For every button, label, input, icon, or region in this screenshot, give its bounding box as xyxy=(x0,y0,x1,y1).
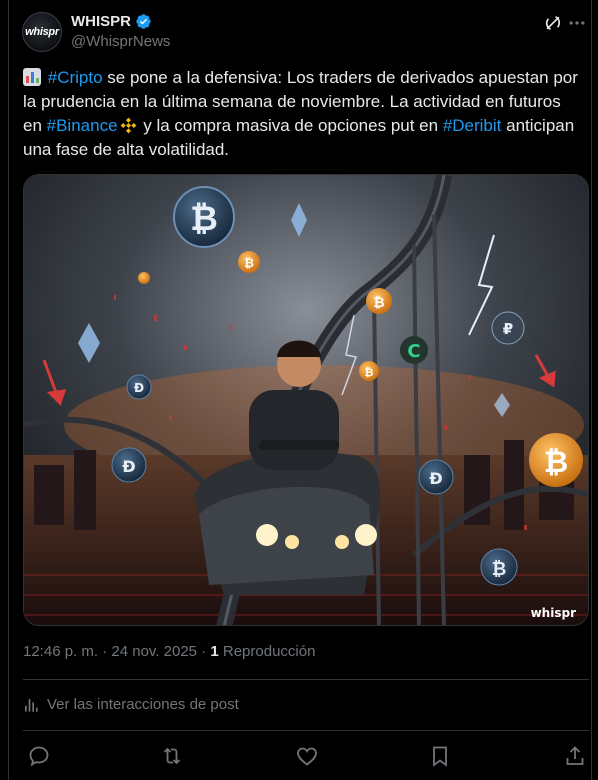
meta-separator: · xyxy=(98,643,112,660)
hashtag-binance-link[interactable]: #Binance xyxy=(47,116,118,135)
like-icon[interactable] xyxy=(295,744,319,768)
display-name[interactable]: WHISPR xyxy=(71,13,131,30)
svg-text:₿: ₿ xyxy=(365,366,374,379)
analytics-label: Ver las interacciones de post xyxy=(47,696,239,713)
post-meta: 12:46 p. m. · 24 nov. 2025 · 1 Reproducc… xyxy=(23,643,315,660)
avatar-logo-text: whispr xyxy=(25,26,59,38)
svg-text:₿: ₿ xyxy=(492,559,507,580)
watermark-text: whispr xyxy=(531,606,576,620)
bar-chart-emoji-icon xyxy=(23,68,41,86)
action-bar xyxy=(23,744,589,768)
author-name-row[interactable]: WHISPR xyxy=(71,13,152,30)
svg-text:₿: ₿ xyxy=(373,295,384,311)
handle[interactable]: @WhisprNews xyxy=(71,33,170,50)
avatar[interactable]: whispr xyxy=(22,12,62,52)
verified-badge-icon[interactable] xyxy=(135,13,152,30)
svg-text:Đ: Đ xyxy=(429,469,442,488)
post-text-part-2: y la compra masiva de opciones put en xyxy=(138,116,443,135)
post-image[interactable]: ₿ ₿ ₿ ₿ ₿ ₿ Đ Đ Đ ₽ C whispr xyxy=(23,174,589,626)
analytics-icon xyxy=(25,698,38,712)
binance-logo-icon xyxy=(120,117,136,134)
view-post-analytics-link[interactable]: Ver las interacciones de post xyxy=(23,696,239,713)
svg-text:Đ: Đ xyxy=(122,457,135,476)
post-time[interactable]: 12:46 p. m. xyxy=(23,643,98,660)
svg-text:₿: ₿ xyxy=(544,445,568,480)
views-label: Reproducción xyxy=(218,643,316,660)
hashtag-deribit-link[interactable]: #Deribit xyxy=(443,116,502,135)
reply-icon[interactable] xyxy=(27,744,51,768)
svg-text:₿: ₿ xyxy=(244,256,254,270)
grok-icon[interactable] xyxy=(543,13,563,33)
share-icon[interactable] xyxy=(563,744,587,768)
svg-text:Đ: Đ xyxy=(134,381,144,395)
meta-separator-2: · xyxy=(197,643,211,660)
repost-icon[interactable] xyxy=(160,744,184,768)
svg-text:₿: ₿ xyxy=(190,199,218,239)
more-options-icon[interactable] xyxy=(566,13,588,33)
divider-top xyxy=(23,679,589,680)
rollercoaster-crypto-illustration: ₿ ₿ ₿ ₿ ₿ ₿ Đ Đ Đ ₽ C whispr xyxy=(24,175,588,625)
divider-bottom xyxy=(23,730,589,731)
hashtag-cripto-link[interactable]: #Cripto xyxy=(48,68,103,87)
svg-text:C: C xyxy=(407,341,420,362)
svg-text:₽: ₽ xyxy=(503,320,513,338)
post-text: #Cripto se pone a la defensiva: Los trad… xyxy=(23,66,583,162)
post-date[interactable]: 24 nov. 2025 xyxy=(111,643,197,660)
bookmark-icon[interactable] xyxy=(428,744,452,768)
views-count: 1 xyxy=(210,643,219,660)
